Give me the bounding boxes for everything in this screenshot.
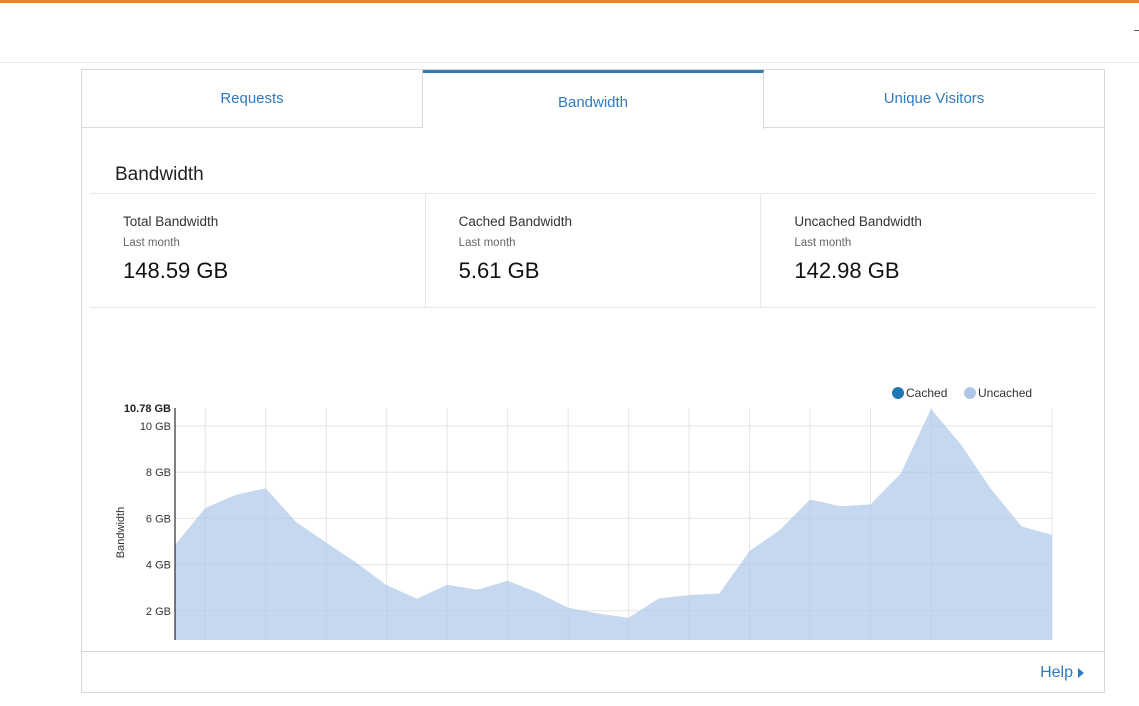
y-tick-label: 4 GB (146, 560, 171, 572)
help-link[interactable]: Help (1040, 664, 1084, 682)
metric-tabs: Requests Bandwidth Unique Visitors (82, 70, 1104, 129)
y-max-label: 10.78 GB (124, 403, 171, 415)
stat-value: 5.61 GB (458, 258, 540, 283)
stat-total-bandwidth: Total Bandwidth Last month 148.59 GB (90, 194, 426, 308)
stat-period: Last month (123, 237, 180, 249)
legend-label-uncached: Uncached (978, 386, 1032, 400)
stats-row: Total Bandwidth Last month 148.59 GB Cac… (90, 194, 1096, 308)
page-header (0, 3, 1139, 63)
legend-swatch-uncached (964, 387, 976, 399)
section-title: Bandwidth (115, 164, 204, 185)
y-tick-label: 6 GB (146, 513, 171, 525)
stat-value: 148.59 GB (123, 258, 229, 283)
tab-unique-visitors[interactable]: Unique Visitors (764, 70, 1104, 128)
stat-label: Total Bandwidth (123, 214, 219, 229)
stat-period: Last month (794, 237, 852, 249)
stat-label: Uncached Bandwidth (794, 214, 922, 229)
y-tick-label: 10 GB (140, 421, 171, 433)
footer-divider (82, 651, 1104, 652)
legend-label-cached: Cached (906, 386, 947, 400)
tab-requests[interactable]: Requests (82, 70, 423, 128)
stat-cached-bandwidth: Cached Bandwidth Last month 5.61 GB (426, 194, 762, 308)
tab-bandwidth[interactable]: Bandwidth (423, 70, 764, 129)
y-axis-title: Bandwidth (115, 507, 127, 558)
y-tick-label: 8 GB (146, 467, 171, 479)
header-menu-mark[interactable] (1134, 30, 1139, 31)
stat-label: Cached Bandwidth (458, 214, 572, 229)
y-tick-label: 2 GB (146, 606, 171, 618)
stat-uncached-bandwidth: Uncached Bandwidth Last month 142.98 GB (761, 194, 1096, 308)
legend-swatch-cached (892, 387, 904, 399)
bandwidth-chart: 0 B2 GB4 GB6 GB8 GB10 GB10.78 GB05 AMThu… (90, 310, 1096, 640)
bandwidth-chart-svg: 0 B2 GB4 GB6 GB8 GB10 GB10.78 GB05 AMThu… (115, 386, 1053, 640)
stats-divider (90, 307, 1096, 308)
analytics-card: Requests Bandwidth Unique Visitors Bandw… (81, 69, 1105, 693)
chevron-right-icon (1078, 668, 1084, 678)
stat-value: 142.98 GB (794, 258, 900, 283)
stat-period: Last month (458, 237, 516, 249)
help-label: Help (1040, 664, 1073, 681)
series-uncached-area (175, 408, 1052, 640)
